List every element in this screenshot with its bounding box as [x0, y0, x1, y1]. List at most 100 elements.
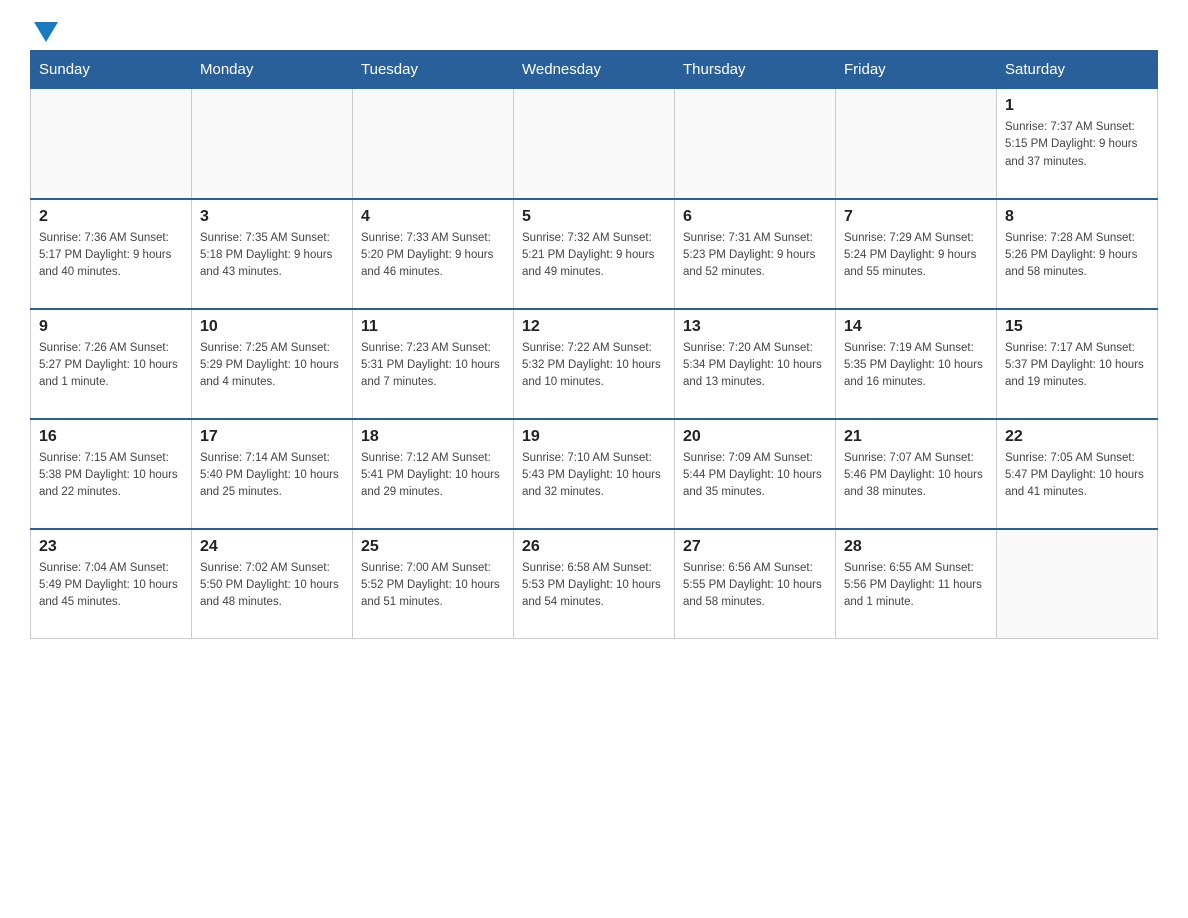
day-number: 27 — [683, 538, 827, 556]
day-number: 20 — [683, 428, 827, 446]
day-info: Sunrise: 7:35 AM Sunset: 5:18 PM Dayligh… — [200, 230, 344, 282]
weekday-header-sunday: Sunday — [31, 51, 192, 89]
day-info: Sunrise: 7:05 AM Sunset: 5:47 PM Dayligh… — [1005, 450, 1149, 502]
day-number: 23 — [39, 538, 183, 556]
day-number: 18 — [361, 428, 505, 446]
day-number: 12 — [522, 318, 666, 336]
calendar-cell: 9 Sunrise: 7:26 AM Sunset: 5:27 PM Daylig… — [31, 309, 192, 419]
day-info: Sunrise: 7:02 AM Sunset: 5:50 PM Dayligh… — [200, 560, 344, 612]
calendar-cell — [353, 89, 514, 199]
day-info: Sunrise: 7:23 AM Sunset: 5:31 PM Dayligh… — [361, 340, 505, 392]
calendar-cell — [514, 89, 675, 199]
calendar-cell: 3 Sunrise: 7:35 AM Sunset: 5:18 PM Daylig… — [192, 199, 353, 309]
day-number: 8 — [1005, 208, 1149, 226]
day-number: 26 — [522, 538, 666, 556]
day-info: Sunrise: 7:14 AM Sunset: 5:40 PM Dayligh… — [200, 450, 344, 502]
day-number: 25 — [361, 538, 505, 556]
calendar-cell: 5 Sunrise: 7:32 AM Sunset: 5:21 PM Daylig… — [514, 199, 675, 309]
day-number: 13 — [683, 318, 827, 336]
day-info: Sunrise: 7:07 AM Sunset: 5:46 PM Dayligh… — [844, 450, 988, 502]
calendar-cell: 4 Sunrise: 7:33 AM Sunset: 5:20 PM Daylig… — [353, 199, 514, 309]
day-info: Sunrise: 6:55 AM Sunset: 5:56 PM Dayligh… — [844, 560, 988, 612]
weekday-header-monday: Monday — [192, 51, 353, 89]
day-number: 3 — [200, 208, 344, 226]
calendar-cell: 26 Sunrise: 6:58 AM Sunset: 5:53 PM Dayli… — [514, 529, 675, 639]
day-number: 14 — [844, 318, 988, 336]
calendar-cell: 25 Sunrise: 7:00 AM Sunset: 5:52 PM Dayli… — [353, 529, 514, 639]
calendar-cell — [192, 89, 353, 199]
day-number: 9 — [39, 318, 183, 336]
calendar-cell: 27 Sunrise: 6:56 AM Sunset: 5:55 PM Dayli… — [675, 529, 836, 639]
calendar-cell: 18 Sunrise: 7:12 AM Sunset: 5:41 PM Dayli… — [353, 419, 514, 529]
day-number: 28 — [844, 538, 988, 556]
calendar-cell — [836, 89, 997, 199]
weekday-header-thursday: Thursday — [675, 51, 836, 89]
calendar-cell: 13 Sunrise: 7:20 AM Sunset: 5:34 PM Dayli… — [675, 309, 836, 419]
calendar-cell — [997, 529, 1158, 639]
page-header — [30, 20, 1158, 40]
day-info: Sunrise: 7:22 AM Sunset: 5:32 PM Dayligh… — [522, 340, 666, 392]
weekday-header-saturday: Saturday — [997, 51, 1158, 89]
logo-triangle-icon — [34, 22, 58, 42]
calendar-cell: 14 Sunrise: 7:19 AM Sunset: 5:35 PM Dayli… — [836, 309, 997, 419]
day-number: 17 — [200, 428, 344, 446]
day-number: 22 — [1005, 428, 1149, 446]
day-info: Sunrise: 7:31 AM Sunset: 5:23 PM Dayligh… — [683, 230, 827, 282]
calendar-cell: 7 Sunrise: 7:29 AM Sunset: 5:24 PM Daylig… — [836, 199, 997, 309]
calendar-week-1: 2Sunrise: 7:36 AM Sunset: 5:17 PM Daylig… — [31, 199, 1158, 309]
day-number: 19 — [522, 428, 666, 446]
calendar-cell: 6 Sunrise: 7:31 AM Sunset: 5:23 PM Daylig… — [675, 199, 836, 309]
day-info: Sunrise: 7:15 AM Sunset: 5:38 PM Dayligh… — [39, 450, 183, 502]
calendar-cell: 17 Sunrise: 7:14 AM Sunset: 5:40 PM Dayli… — [192, 419, 353, 529]
calendar-cell — [675, 89, 836, 199]
calendar-cell: 15 Sunrise: 7:17 AM Sunset: 5:37 PM Dayli… — [997, 309, 1158, 419]
calendar-header-row: SundayMondayTuesdayWednesdayThursdayFrid… — [31, 51, 1158, 89]
calendar-cell: 10Sunrise: 7:25 AM Sunset: 5:29 PM Dayli… — [192, 309, 353, 419]
day-info: Sunrise: 7:20 AM Sunset: 5:34 PM Dayligh… — [683, 340, 827, 392]
day-info: Sunrise: 7:36 AM Sunset: 5:17 PM Dayligh… — [39, 230, 183, 282]
day-info: Sunrise: 7:12 AM Sunset: 5:41 PM Dayligh… — [361, 450, 505, 502]
calendar-cell: 28 Sunrise: 6:55 AM Sunset: 5:56 PM Dayli… — [836, 529, 997, 639]
day-number: 11 — [361, 318, 505, 336]
calendar-cell: 22 Sunrise: 7:05 AM Sunset: 5:47 PM Dayli… — [997, 419, 1158, 529]
day-number: 1 — [1005, 97, 1149, 115]
logo — [30, 20, 58, 40]
calendar-cell: 8Sunrise: 7:28 AM Sunset: 5:26 PM Daylig… — [997, 199, 1158, 309]
day-info: Sunrise: 7:37 AM Sunset: 5:15 PM Dayligh… — [1005, 119, 1149, 171]
day-info: Sunrise: 7:26 AM Sunset: 5:27 PM Dayligh… — [39, 340, 183, 392]
calendar-week-0: 1 Sunrise: 7:37 AM Sunset: 5:15 PM Daylig… — [31, 89, 1158, 199]
weekday-header-friday: Friday — [836, 51, 997, 89]
calendar-table: SundayMondayTuesdayWednesdayThursdayFrid… — [30, 50, 1158, 639]
calendar-cell: 21Sunrise: 7:07 AM Sunset: 5:46 PM Dayli… — [836, 419, 997, 529]
calendar-cell — [31, 89, 192, 199]
calendar-cell: 1 Sunrise: 7:37 AM Sunset: 5:15 PM Daylig… — [997, 89, 1158, 199]
day-number: 5 — [522, 208, 666, 226]
day-number: 7 — [844, 208, 988, 226]
day-info: Sunrise: 7:09 AM Sunset: 5:44 PM Dayligh… — [683, 450, 827, 502]
calendar-cell: 20 Sunrise: 7:09 AM Sunset: 5:44 PM Dayli… — [675, 419, 836, 529]
calendar-cell: 19 Sunrise: 7:10 AM Sunset: 5:43 PM Dayli… — [514, 419, 675, 529]
day-info: Sunrise: 7:33 AM Sunset: 5:20 PM Dayligh… — [361, 230, 505, 282]
calendar-cell: 24 Sunrise: 7:02 AM Sunset: 5:50 PM Dayli… — [192, 529, 353, 639]
day-info: Sunrise: 7:10 AM Sunset: 5:43 PM Dayligh… — [522, 450, 666, 502]
day-number: 6 — [683, 208, 827, 226]
day-info: Sunrise: 7:25 AM Sunset: 5:29 PM Dayligh… — [200, 340, 344, 392]
calendar-cell: 12 Sunrise: 7:22 AM Sunset: 5:32 PM Dayli… — [514, 309, 675, 419]
day-info: Sunrise: 7:04 AM Sunset: 5:49 PM Dayligh… — [39, 560, 183, 612]
day-number: 24 — [200, 538, 344, 556]
weekday-header-tuesday: Tuesday — [353, 51, 514, 89]
day-info: Sunrise: 7:29 AM Sunset: 5:24 PM Dayligh… — [844, 230, 988, 282]
day-number: 4 — [361, 208, 505, 226]
day-number: 15 — [1005, 318, 1149, 336]
day-info: Sunrise: 7:00 AM Sunset: 5:52 PM Dayligh… — [361, 560, 505, 612]
calendar-cell: 23 Sunrise: 7:04 AM Sunset: 5:49 PM Dayli… — [31, 529, 192, 639]
day-info: Sunrise: 7:32 AM Sunset: 5:21 PM Dayligh… — [522, 230, 666, 282]
logo-top — [30, 20, 58, 42]
day-info: Sunrise: 7:17 AM Sunset: 5:37 PM Dayligh… — [1005, 340, 1149, 392]
day-info: Sunrise: 7:19 AM Sunset: 5:35 PM Dayligh… — [844, 340, 988, 392]
calendar-week-3: 16Sunrise: 7:15 AM Sunset: 5:38 PM Dayli… — [31, 419, 1158, 529]
calendar-cell: 2Sunrise: 7:36 AM Sunset: 5:17 PM Daylig… — [31, 199, 192, 309]
day-info: Sunrise: 6:56 AM Sunset: 5:55 PM Dayligh… — [683, 560, 827, 612]
calendar-week-2: 9 Sunrise: 7:26 AM Sunset: 5:27 PM Daylig… — [31, 309, 1158, 419]
day-info: Sunrise: 6:58 AM Sunset: 5:53 PM Dayligh… — [522, 560, 666, 612]
